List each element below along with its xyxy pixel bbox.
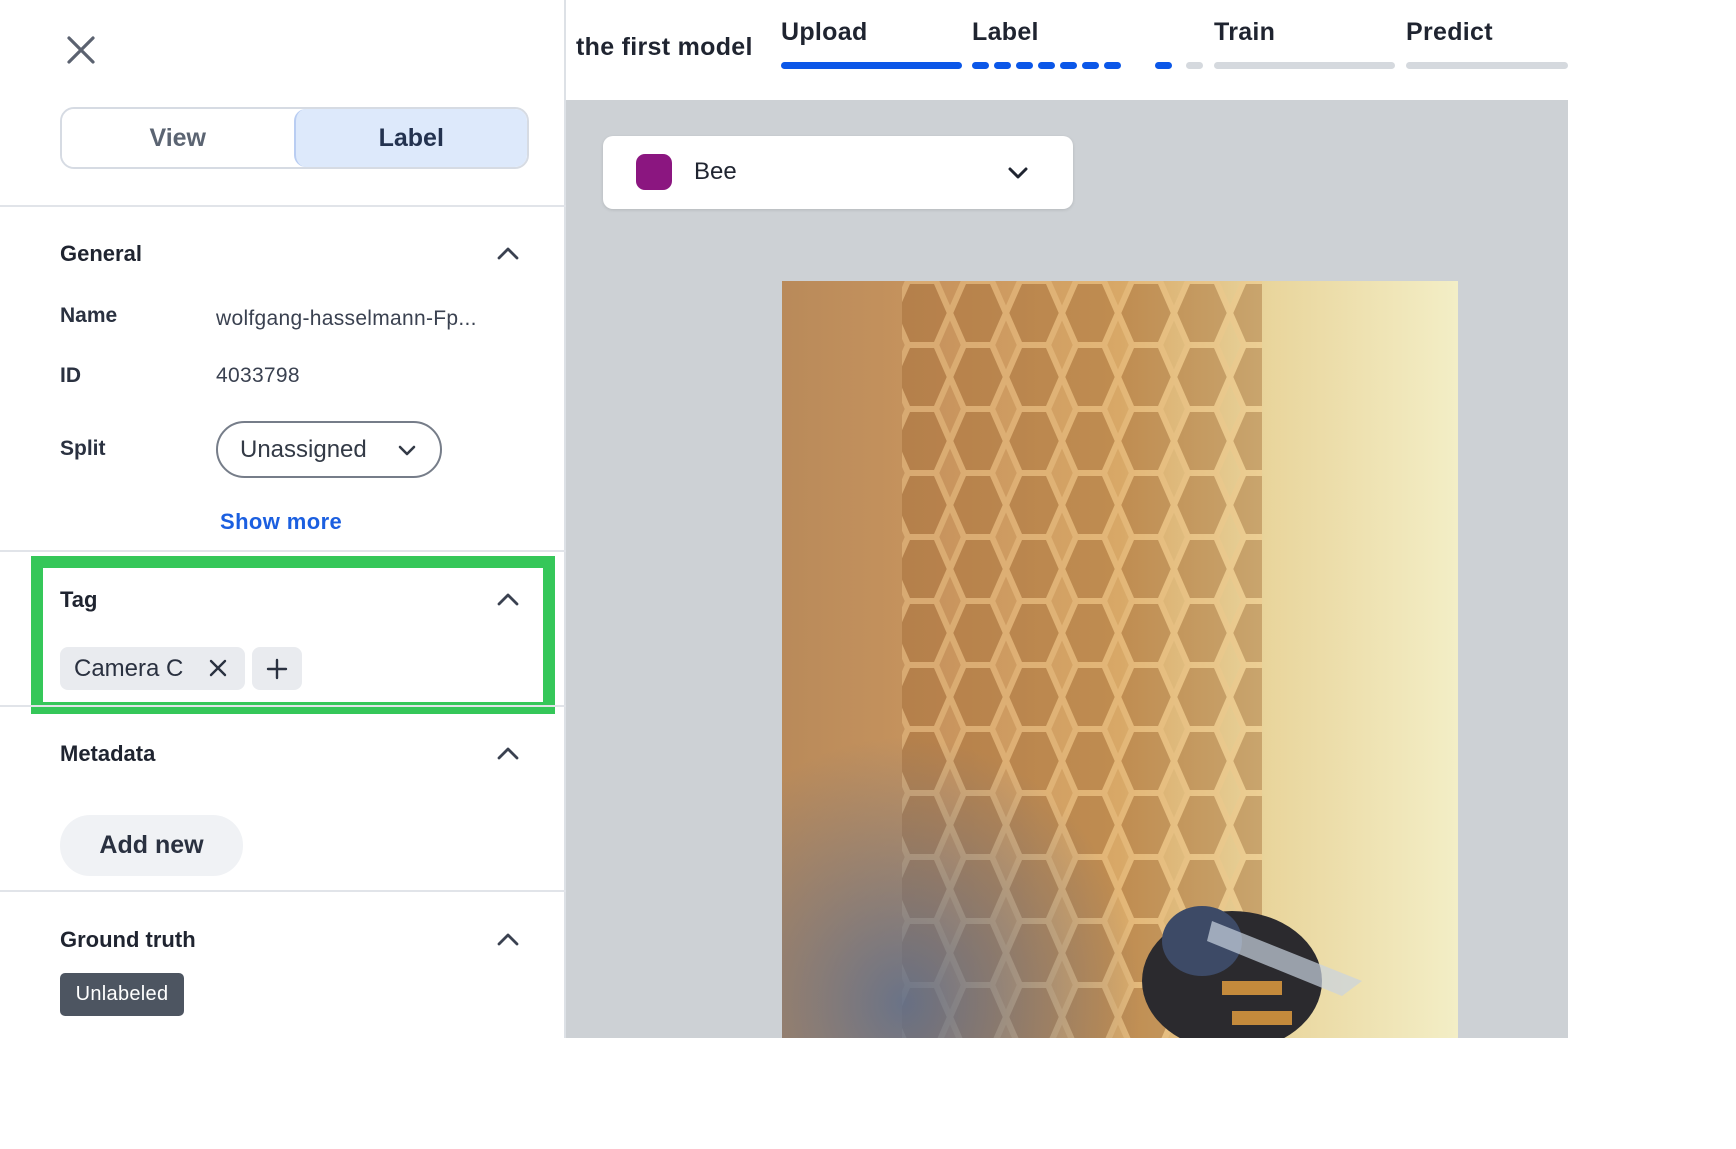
divider: [0, 550, 566, 552]
divider: [0, 205, 566, 207]
show-more-link[interactable]: Show more: [220, 509, 342, 535]
step-predict-progress: [1406, 62, 1568, 69]
workflow-header: the first model Upload Label Train Predi…: [566, 0, 1568, 100]
view-label-toggle: View Label: [60, 107, 529, 169]
step-label[interactable]: Label: [972, 18, 1039, 47]
labeled-image[interactable]: [782, 281, 1458, 1038]
collapse-general-chevron-up-icon[interactable]: [494, 240, 522, 268]
app-page: View Label General Name wolfgang-hasselm…: [0, 0, 1568, 1038]
class-name: Bee: [694, 158, 737, 185]
step-train-progress: [1214, 62, 1395, 69]
divider: [0, 705, 566, 707]
id-label: ID: [60, 364, 81, 387]
collapse-metadata-chevron-up-icon[interactable]: [494, 740, 522, 768]
class-color-swatch: [636, 154, 672, 190]
split-label: Split: [60, 437, 106, 460]
split-value: Unassigned: [240, 435, 367, 463]
collapse-ground-truth-chevron-up-icon[interactable]: [494, 926, 522, 954]
tag-section-highlight: [31, 556, 555, 714]
labeling-canvas[interactable]: Bee: [566, 100, 1568, 1038]
step-upload[interactable]: Upload: [781, 18, 868, 47]
chevron-down-icon: [1008, 167, 1028, 179]
model-name: the first model: [576, 33, 753, 61]
close-icon[interactable]: [62, 31, 100, 69]
add-metadata-button[interactable]: Add new: [60, 815, 243, 876]
step-train[interactable]: Train: [1214, 18, 1275, 47]
step-predict[interactable]: Predict: [1406, 18, 1493, 47]
class-dropdown[interactable]: Bee: [603, 136, 1073, 209]
ground-truth-status-badge: Unlabeled: [60, 973, 184, 1016]
step-upload-progress: [781, 62, 962, 69]
chevron-down-icon: [398, 445, 416, 456]
image-details-panel: View Label General Name wolfgang-hasselm…: [0, 0, 566, 1038]
id-value: 4033798: [216, 364, 300, 387]
honeycomb-bee-photo: [782, 281, 1458, 1038]
name-value: wolfgang-hasselmann-Fp...: [216, 307, 477, 330]
metadata-section-title: Metadata: [60, 741, 156, 766]
label-mode-button[interactable]: Label: [293, 109, 527, 167]
view-mode-button[interactable]: View: [62, 109, 294, 167]
general-section-title: General: [60, 241, 142, 266]
divider: [0, 890, 566, 892]
name-label: Name: [60, 304, 118, 327]
split-dropdown[interactable]: Unassigned: [216, 421, 442, 478]
ground-truth-section-title: Ground truth: [60, 927, 196, 952]
